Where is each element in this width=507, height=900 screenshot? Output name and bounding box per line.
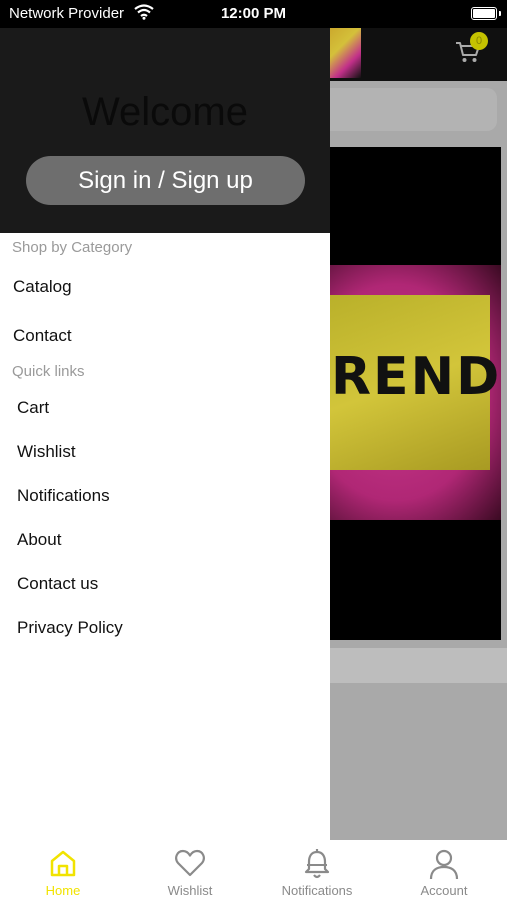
drawer-item-notifications[interactable]: Notifications — [17, 486, 110, 506]
bell-icon — [304, 849, 330, 879]
drawer-item-privacy-policy[interactable]: Privacy Policy — [17, 618, 123, 638]
drawer-item-catalog[interactable]: Catalog — [13, 277, 72, 297]
logo-thumbnail — [325, 28, 361, 78]
tab-account[interactable]: Account — [381, 840, 507, 900]
search-bar[interactable] — [310, 88, 497, 131]
tab-notifications-label: Notifications — [281, 883, 353, 898]
tab-wishlist-label: Wishlist — [167, 883, 213, 898]
side-drawer: Welcome Sign in / Sign up Shop by Catego… — [0, 28, 330, 840]
heart-icon — [175, 849, 205, 877]
battery-icon — [471, 7, 497, 20]
tab-home-label: Home — [45, 883, 81, 898]
signin-signup-button[interactable]: Sign in / Sign up — [26, 156, 305, 205]
tab-wishlist[interactable]: Wishlist — [127, 840, 253, 900]
home-icon — [50, 850, 76, 877]
drawer-item-contact-us[interactable]: Contact us — [17, 574, 98, 594]
shop-by-category-heading: Shop by Category — [12, 239, 133, 256]
section-strip — [325, 648, 507, 683]
tab-notifications[interactable]: Notifications — [254, 840, 380, 900]
battery-tip — [499, 11, 501, 16]
status-bar: Network Provider 12:00 PM — [0, 0, 507, 28]
drawer-header: Welcome Sign in / Sign up — [0, 28, 330, 233]
drawer-item-contact[interactable]: Contact — [13, 326, 72, 346]
drawer-item-about[interactable]: About — [17, 530, 61, 550]
drawer-item-wishlist[interactable]: Wishlist — [17, 442, 76, 462]
welcome-text: Welcome — [82, 90, 248, 134]
promo-banner[interactable]: RENDZ — [325, 147, 501, 640]
drawer-item-cart[interactable]: Cart — [17, 398, 49, 418]
quick-links-heading: Quick links — [12, 363, 85, 380]
bottom-tab-bar: Home Wishlist Notifications Account — [0, 840, 507, 900]
banner-text: RENDZ — [331, 347, 501, 407]
cart-count-badge: 0 — [470, 32, 488, 50]
person-icon — [429, 849, 459, 880]
tab-account-label: Account — [420, 883, 468, 898]
tab-home[interactable]: Home — [0, 840, 126, 900]
clock: 12:00 PM — [220, 5, 287, 22]
